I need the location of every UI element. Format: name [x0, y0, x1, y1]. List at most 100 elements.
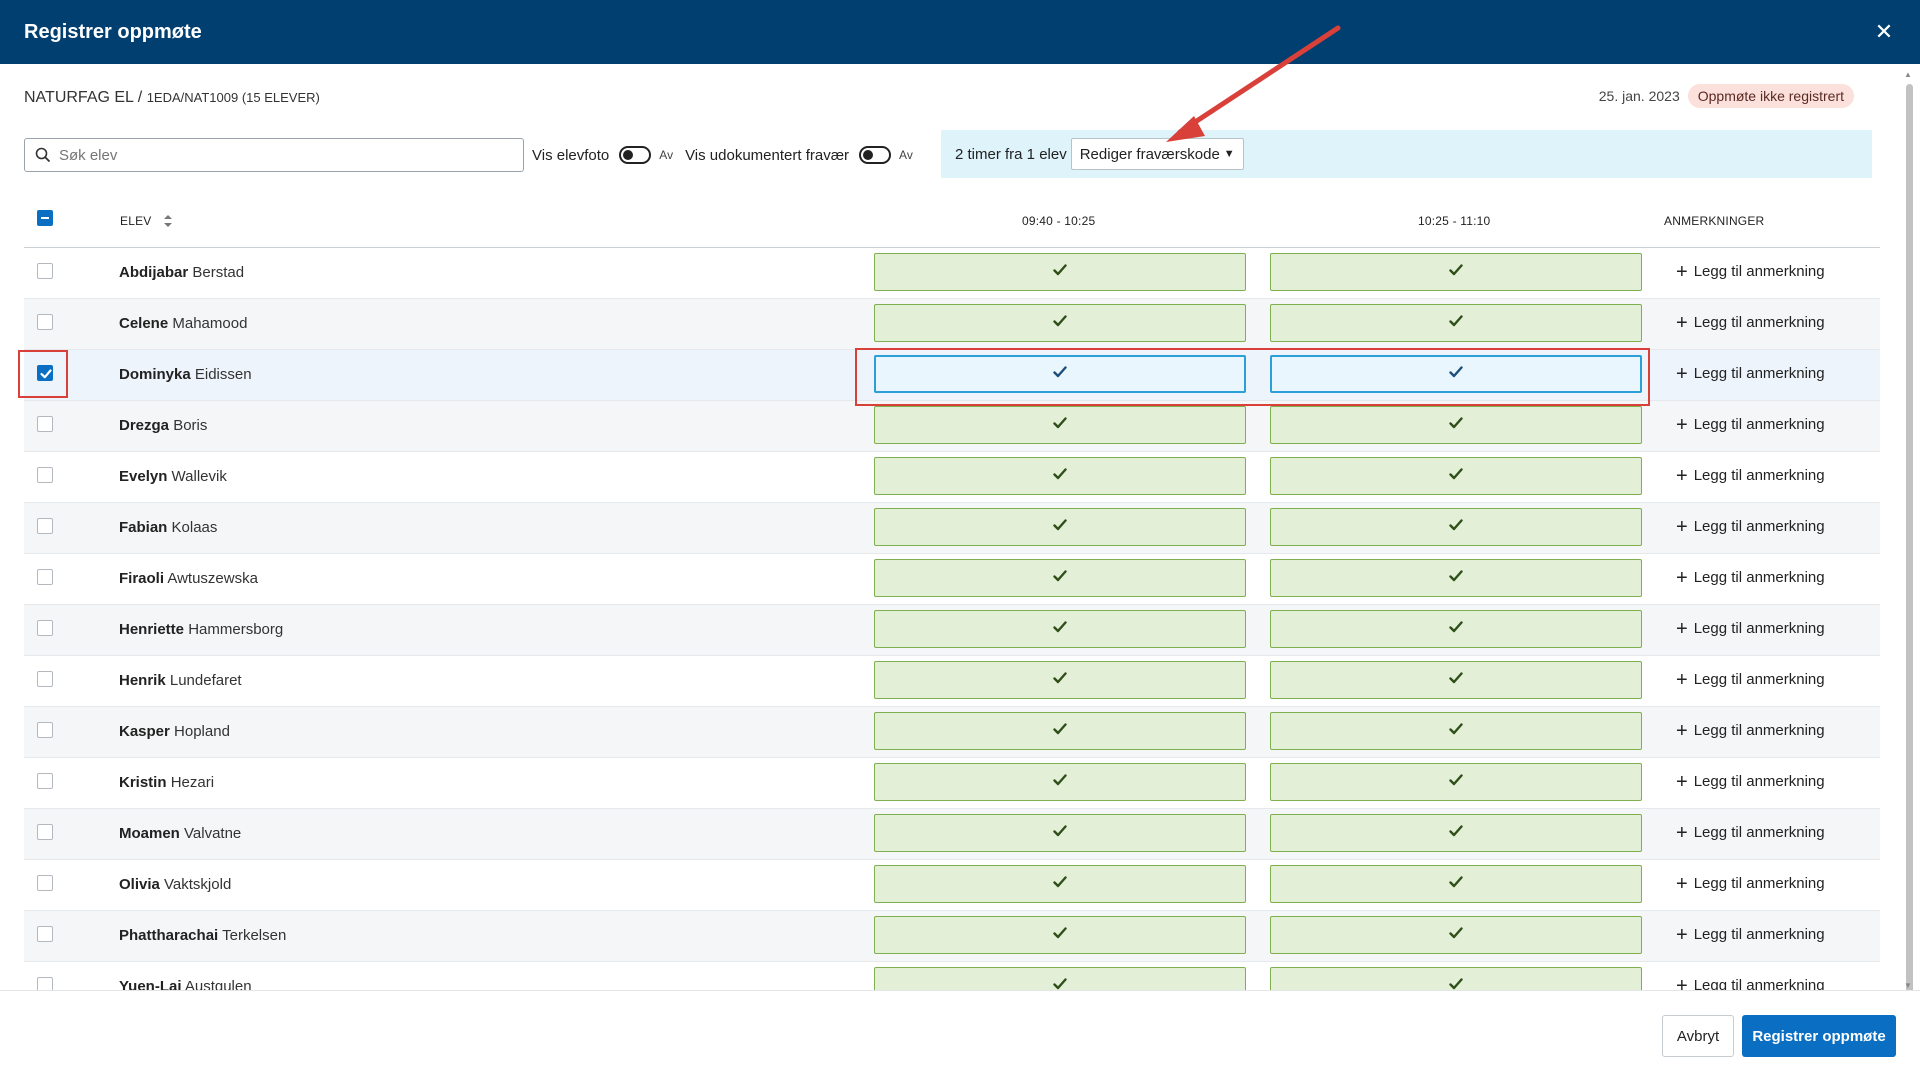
- row-checkbox[interactable]: [37, 620, 53, 636]
- attendance-cell-period-2[interactable]: [1270, 814, 1642, 852]
- add-note-link[interactable]: + Legg til anmerkning: [1676, 619, 1825, 639]
- attendance-cell-period-1[interactable]: [874, 406, 1246, 444]
- attendance-cell-period-1[interactable]: [874, 508, 1246, 546]
- register-attendance-button[interactable]: Registrer oppmøte: [1742, 1015, 1896, 1057]
- cancel-button[interactable]: Avbryt: [1662, 1015, 1734, 1057]
- add-note-link[interactable]: + Legg til anmerkning: [1676, 976, 1825, 991]
- add-note-link[interactable]: + Legg til anmerkning: [1676, 415, 1825, 435]
- check-icon: [1449, 569, 1463, 587]
- add-note-link[interactable]: + Legg til anmerkning: [1676, 568, 1825, 588]
- attendance-cell-period-1[interactable]: [874, 763, 1246, 801]
- attendance-cell-period-1[interactable]: [874, 712, 1246, 750]
- plus-icon: +: [1676, 515, 1688, 538]
- student-name[interactable]: Henrik Lundefaret: [119, 672, 242, 689]
- attendance-cell-period-2[interactable]: [1270, 916, 1642, 954]
- row-checkbox[interactable]: [37, 773, 53, 789]
- attendance-cell-period-2[interactable]: [1270, 406, 1642, 444]
- attendance-cell-period-2[interactable]: [1270, 865, 1642, 903]
- add-note-link[interactable]: + Legg til anmerkning: [1676, 923, 1825, 946]
- student-photo-switch[interactable]: [619, 146, 652, 164]
- add-note-link[interactable]: + Legg til anmerkning: [1676, 364, 1825, 384]
- select-all-checkbox[interactable]: [37, 210, 53, 226]
- toggle-undocumented-label: Vis udokumentert fravær: [685, 146, 850, 164]
- attendance-cell-period-2[interactable]: [1270, 610, 1642, 648]
- caret-down-icon: ▼: [1223, 148, 1235, 160]
- student-first-name: Moamen: [119, 825, 180, 842]
- student-name[interactable]: Celene Mahamood: [119, 315, 247, 332]
- add-note-link[interactable]: + Legg til anmerkning: [1676, 670, 1825, 690]
- scrollbar-thumb[interactable]: [1906, 84, 1913, 994]
- student-name[interactable]: Yuen-Lai Austgulen: [119, 978, 252, 990]
- table-row: Olivia Vaktskjold + Legg til anmerkning: [24, 860, 1880, 911]
- row-checkbox[interactable]: [37, 569, 53, 585]
- attendance-cell-period-2[interactable]: [1270, 559, 1642, 597]
- add-note-link[interactable]: + Legg til anmerkning: [1676, 874, 1825, 894]
- row-checkbox[interactable]: [37, 263, 53, 279]
- dialog-header: Registrer oppmøte ✕: [0, 0, 1920, 64]
- row-checkbox[interactable]: [37, 926, 53, 942]
- attendance-cell-period-1[interactable]: [874, 304, 1246, 342]
- attendance-cell-period-1[interactable]: [874, 865, 1246, 903]
- scroll-down-icon[interactable]: ▼: [1904, 981, 1912, 990]
- student-name[interactable]: Phattharachai Terkelsen: [119, 927, 286, 944]
- close-icon[interactable]: ✕: [1870, 18, 1898, 46]
- add-note-link[interactable]: + Legg til anmerkning: [1676, 313, 1825, 333]
- student-name[interactable]: Fabian Kolaas: [119, 519, 217, 536]
- attendance-cell-period-1[interactable]: [874, 457, 1246, 495]
- add-note-link[interactable]: + Legg til anmerkning: [1676, 262, 1825, 282]
- student-name[interactable]: Firaoli Awtuszewska: [119, 570, 258, 587]
- row-checkbox[interactable]: [37, 518, 53, 534]
- student-name[interactable]: Dominyka Eidissen: [119, 366, 252, 383]
- plus-icon: +: [1676, 923, 1688, 946]
- undocumented-absence-switch[interactable]: [859, 146, 892, 164]
- column-header-student[interactable]: ELEV: [120, 214, 173, 228]
- search-field[interactable]: [24, 138, 524, 172]
- row-checkbox[interactable]: [37, 416, 53, 432]
- student-name[interactable]: Abdijabar Berstad: [119, 264, 244, 281]
- search-input[interactable]: [59, 146, 499, 164]
- row-checkbox[interactable]: [37, 671, 53, 687]
- attendance-cell-period-2[interactable]: [1270, 661, 1642, 699]
- attendance-cell-period-2[interactable]: [1270, 253, 1642, 291]
- table-row: Firaoli Awtuszewska + Legg til anmerkning: [24, 554, 1880, 605]
- attendance-cell-period-2[interactable]: [1270, 967, 1642, 990]
- add-note-link[interactable]: + Legg til anmerkning: [1676, 515, 1825, 538]
- attendance-cell-period-2[interactable]: [1270, 763, 1642, 801]
- check-icon: [1449, 722, 1463, 740]
- student-name[interactable]: Moamen Valvatne: [119, 825, 241, 842]
- student-name[interactable]: Kasper Hopland: [119, 723, 230, 740]
- attendance-cell-period-2[interactable]: [1270, 304, 1642, 342]
- attendance-cell-period-1[interactable]: [874, 661, 1246, 699]
- add-note-link[interactable]: + Legg til anmerkning: [1676, 721, 1825, 741]
- scroll-up-icon[interactable]: ▲: [1904, 70, 1912, 79]
- add-note-link[interactable]: + Legg til anmerkning: [1676, 772, 1825, 792]
- row-checkbox[interactable]: [37, 314, 53, 330]
- student-name[interactable]: Kristin Hezari: [119, 774, 214, 791]
- attendance-cell-period-1[interactable]: [874, 967, 1246, 990]
- attendance-cell-period-1[interactable]: [874, 814, 1246, 852]
- row-checkbox[interactable]: [37, 467, 53, 483]
- add-note-label: Legg til anmerkning: [1693, 875, 1825, 892]
- attendance-cell-period-2[interactable]: [1270, 712, 1642, 750]
- attendance-cell-period-1[interactable]: [874, 559, 1246, 597]
- attendance-cell-period-1[interactable]: [874, 916, 1246, 954]
- add-note-link[interactable]: + Legg til anmerkning: [1676, 466, 1825, 486]
- add-note-link[interactable]: + Legg til anmerkning: [1676, 823, 1825, 843]
- row-checkbox[interactable]: [37, 824, 53, 840]
- attendance-cell-period-2[interactable]: [1270, 508, 1642, 546]
- attendance-cell-period-1[interactable]: [874, 253, 1246, 291]
- student-last-name: Lundefaret: [169, 672, 242, 689]
- attendance-cell-period-2[interactable]: [1270, 457, 1642, 495]
- row-checkbox[interactable]: [37, 875, 53, 891]
- row-checkbox[interactable]: [37, 977, 53, 990]
- row-checkbox[interactable]: [37, 722, 53, 738]
- student-name[interactable]: Drezga Boris: [119, 417, 207, 434]
- student-name[interactable]: Henriette Hammersborg: [119, 621, 283, 638]
- student-name[interactable]: Olivia Vaktskjold: [119, 876, 231, 893]
- check-icon: [1449, 416, 1463, 434]
- course-name: NATURFAG EL /: [24, 89, 147, 106]
- table-row: Moamen Valvatne + Legg til anmerkning: [24, 809, 1880, 860]
- student-name[interactable]: Evelyn Wallevik: [119, 468, 227, 485]
- attendance-cell-period-1[interactable]: [874, 610, 1246, 648]
- scrollbar[interactable]: ▲ ▼: [1902, 68, 1916, 994]
